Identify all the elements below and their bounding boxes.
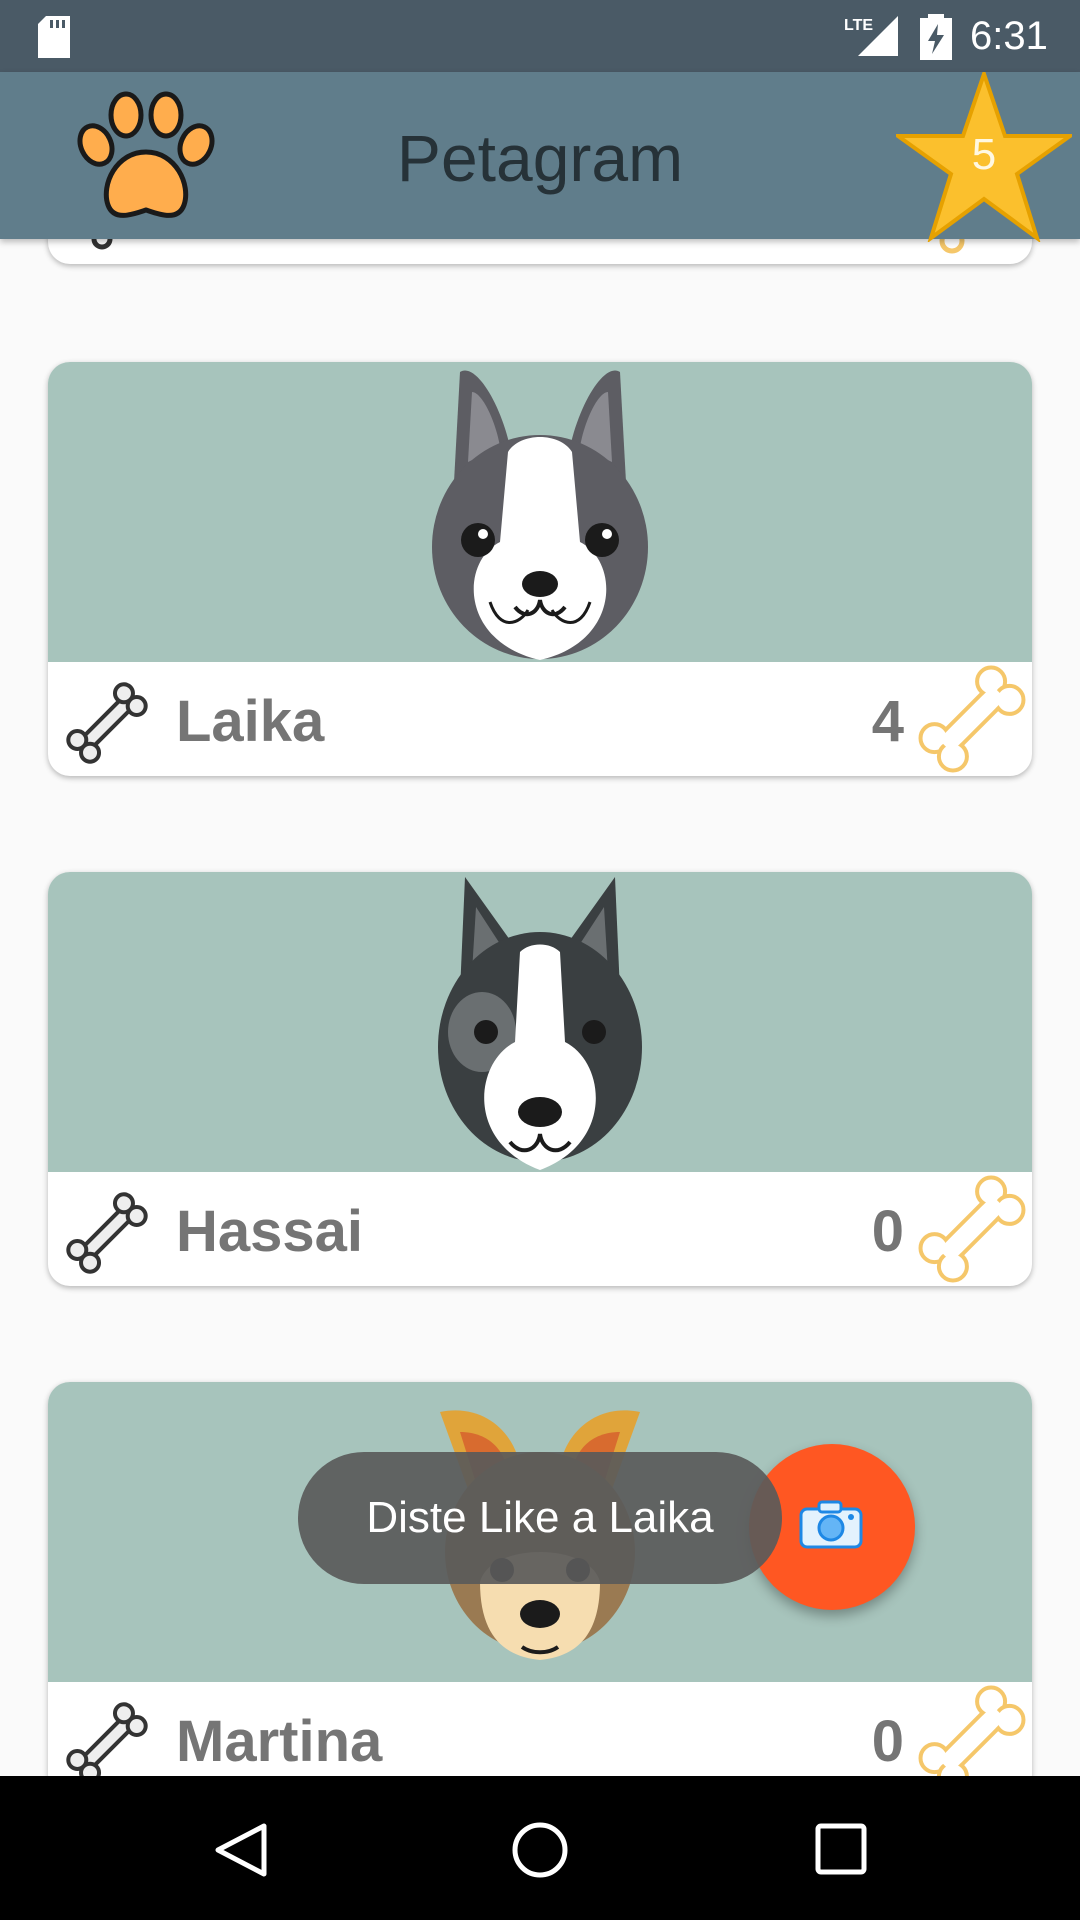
- bone-like-icon[interactable]: [912, 662, 1032, 776]
- pet-name: Hassai: [176, 1199, 364, 1264]
- app-bar: Petagram 5: [0, 72, 1080, 242]
- pet-name: Martina: [176, 1709, 383, 1774]
- pet-photo: [48, 872, 1032, 1172]
- bone-icon[interactable]: [62, 1698, 152, 1776]
- battery-icon: [920, 14, 952, 60]
- pet-name: Laika: [176, 689, 325, 754]
- pet-card[interactable]: Laika 4: [48, 362, 1032, 776]
- like-count: 0: [871, 1709, 904, 1774]
- signal-icon: LTE: [844, 16, 898, 56]
- toast-message: Diste Like a Laika: [298, 1452, 782, 1584]
- bone-like-icon[interactable]: [912, 1172, 1032, 1286]
- dog-avatar-hassai: [438, 877, 642, 1170]
- like-count: 0: [871, 1199, 904, 1264]
- back-icon[interactable]: [212, 1822, 272, 1878]
- recents-icon[interactable]: [815, 1822, 867, 1878]
- navigation-bar: [0, 1776, 1080, 1920]
- favorites-count: 5: [971, 130, 997, 179]
- like-count: 4: [871, 689, 904, 754]
- camera-icon: [799, 1500, 863, 1549]
- pet-footer: Martina 0: [48, 1682, 1032, 1776]
- bone-like-icon[interactable]: [912, 1682, 1032, 1776]
- pet-footer: Hassai 0: [48, 1172, 1032, 1286]
- network-type: LTE: [844, 17, 873, 34]
- status-bar: LTE 6:31: [0, 0, 1080, 72]
- pet-footer: Laika 4: [48, 662, 1032, 776]
- bone-icon[interactable]: [62, 678, 152, 768]
- pet-card-partial[interactable]: [48, 239, 1032, 264]
- status-time: 6:31: [970, 14, 1048, 58]
- bone-icon[interactable]: [62, 1188, 152, 1278]
- pet-card[interactable]: Hassai 0: [48, 872, 1032, 1286]
- home-icon[interactable]: [510, 1822, 570, 1882]
- pet-photo: [48, 362, 1032, 662]
- sd-card-icon: [38, 16, 70, 58]
- dog-avatar-laika: [432, 370, 648, 660]
- bone-like-icon: [939, 239, 965, 254]
- bone-icon: [91, 239, 113, 250]
